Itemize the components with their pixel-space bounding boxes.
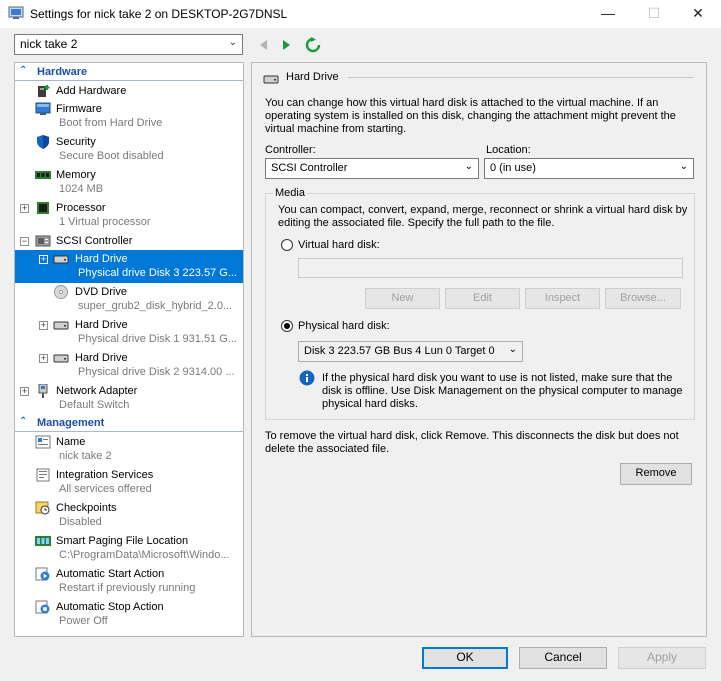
location-select[interactable]: 0 (in use) ⌄ [484, 158, 694, 179]
intro-text: You can change how this virtual hard dis… [265, 97, 676, 135]
virtual-disk-radio[interactable] [281, 239, 293, 251]
tree-item-hard-drive-disk3[interactable]: + Hard Drive Physical drive Disk 3 223.5… [15, 250, 243, 283]
section-divider [15, 431, 243, 432]
hard-drive-icon [53, 354, 69, 363]
browse-button[interactable]: Browse... [605, 288, 681, 309]
checkpoint-icon [35, 501, 50, 515]
tree-item-hard-drive-disk1[interactable]: + Hard Drive Physical drive Disk 1 931.5… [15, 316, 243, 349]
physical-disk-select[interactable]: Disk 3 223.57 GB Bus 4 Lun 0 Target 0 ⌄ [298, 341, 523, 362]
controller-label: Controller: [265, 144, 316, 156]
remove-button[interactable]: Remove [620, 463, 692, 485]
tree-item-memory[interactable]: Memory 1024 MB [15, 166, 243, 199]
add-hardware-icon [38, 85, 50, 97]
expand-plus-icon[interactable]: + [20, 204, 29, 213]
tree-item-add-hardware[interactable]: Add Hardware [15, 82, 243, 100]
scsi-controller-icon [35, 235, 51, 247]
hard-drive-icon [53, 255, 69, 264]
back-arrow-icon[interactable] [256, 37, 272, 53]
forward-arrow-icon[interactable] [278, 37, 294, 53]
expand-plus-icon[interactable]: + [20, 387, 29, 396]
media-description: You can compact, convert, expand, merge,… [278, 204, 688, 229]
tree-item-scsi-controller[interactable]: − SCSI Controller [15, 232, 243, 250]
tree-item-auto-start-action[interactable]: Automatic Start Action Restart if previo… [15, 565, 243, 598]
firmware-icon [35, 102, 51, 115]
management-section-header[interactable]: ⌃ Management [15, 415, 243, 432]
name-card-icon [35, 435, 51, 449]
expand-plus-icon[interactable]: + [39, 255, 48, 264]
window-title: Settings for nick take 2 on DESKTOP-2G7D… [30, 7, 288, 21]
hard-drive-icon [263, 75, 279, 84]
collapse-minus-icon[interactable]: − [20, 237, 29, 246]
dvd-disc-icon [54, 285, 68, 299]
tree-item-name[interactable]: Name nick take 2 [15, 433, 243, 466]
tree-item-firmware[interactable]: Firmware Boot from Hard Drive [15, 100, 243, 133]
smart-paging-icon [35, 536, 51, 546]
virtual-disk-path-input[interactable] [298, 258, 683, 278]
tree-item-security[interactable]: Security Secure Boot disabled [15, 133, 243, 166]
hard-drive-settings-panel: Hard Drive You can change how this virtu… [251, 62, 707, 637]
expand-plus-icon[interactable]: + [39, 354, 48, 363]
tree-item-integration-services[interactable]: Integration Services All services offere… [15, 466, 243, 499]
refresh-icon[interactable] [305, 37, 321, 53]
processor-icon [37, 202, 49, 214]
cancel-button[interactable]: Cancel [519, 647, 607, 669]
close-button[interactable]: ✕ [675, 0, 721, 28]
chevron-down-icon: ⌄ [508, 344, 517, 355]
section-divider [15, 80, 243, 81]
chevron-down-icon: ⌄ [679, 161, 688, 172]
vm-select-value: nick take 2 [20, 37, 78, 51]
info-text: If the physical hard disk you want to us… [322, 372, 683, 410]
maximize-button[interactable]: ☐ [631, 0, 677, 28]
remove-description: To remove the virtual hard disk, click R… [265, 430, 679, 455]
title-bar: Settings for nick take 2 on DESKTOP-2G7D… [0, 0, 721, 28]
location-label: Location: [486, 144, 531, 156]
heading-divider [348, 77, 694, 78]
auto-stop-icon [35, 600, 50, 614]
apply-button[interactable]: Apply [618, 647, 706, 669]
tree-item-processor[interactable]: + Processor 1 Virtual processor [15, 199, 243, 232]
edit-button[interactable]: Edit [445, 288, 520, 309]
inspect-button[interactable]: Inspect [525, 288, 600, 309]
tree-item-hard-drive-disk2[interactable]: + Hard Drive Physical drive Disk 2 9314.… [15, 349, 243, 382]
hardware-section-header[interactable]: ⌃ Hardware [15, 64, 243, 81]
settings-app-icon [8, 6, 24, 19]
new-button[interactable]: New [365, 288, 440, 309]
hard-drive-icon [53, 321, 69, 330]
ok-button[interactable]: OK [422, 647, 508, 669]
chevron-down-icon: ⌄ [464, 161, 473, 172]
collapse-chevron-icon: ⌃ [19, 65, 28, 76]
memory-icon [35, 171, 51, 179]
minimize-button[interactable]: — [585, 0, 631, 28]
tree-item-network-adapter[interactable]: + Network Adapter Default Switch [15, 382, 243, 415]
media-group-label: Media [273, 187, 307, 199]
physical-disk-radio[interactable] [281, 320, 293, 332]
expand-plus-icon[interactable]: + [39, 321, 48, 330]
integration-services-icon [36, 468, 50, 482]
controller-select[interactable]: SCSI Controller ⌄ [265, 158, 479, 179]
collapse-chevron-icon: ⌃ [19, 416, 28, 427]
vm-select[interactable]: nick take 2 ⌄ [14, 34, 243, 55]
settings-tree: ⌃ Hardware Add Hardware Firmware Boot fr… [14, 62, 244, 637]
auto-start-icon [35, 567, 50, 581]
tree-item-smart-paging[interactable]: Smart Paging File Location C:\ProgramDat… [15, 532, 243, 565]
tree-item-auto-stop-action[interactable]: Automatic Stop Action Power Off [15, 598, 243, 631]
shield-icon [37, 135, 49, 149]
panel-heading: Hard Drive [286, 71, 339, 83]
network-adapter-icon [38, 384, 48, 398]
tree-item-checkpoints[interactable]: Checkpoints Disabled [15, 499, 243, 532]
tree-item-dvd-drive[interactable]: DVD Drive super_grub2_disk_hybrid_2.0... [15, 283, 243, 316]
chevron-down-icon: ⌄ [228, 37, 237, 48]
virtual-disk-label: Virtual hard disk: [298, 239, 380, 251]
physical-disk-label: Physical hard disk: [298, 320, 390, 332]
info-icon [299, 370, 315, 386]
